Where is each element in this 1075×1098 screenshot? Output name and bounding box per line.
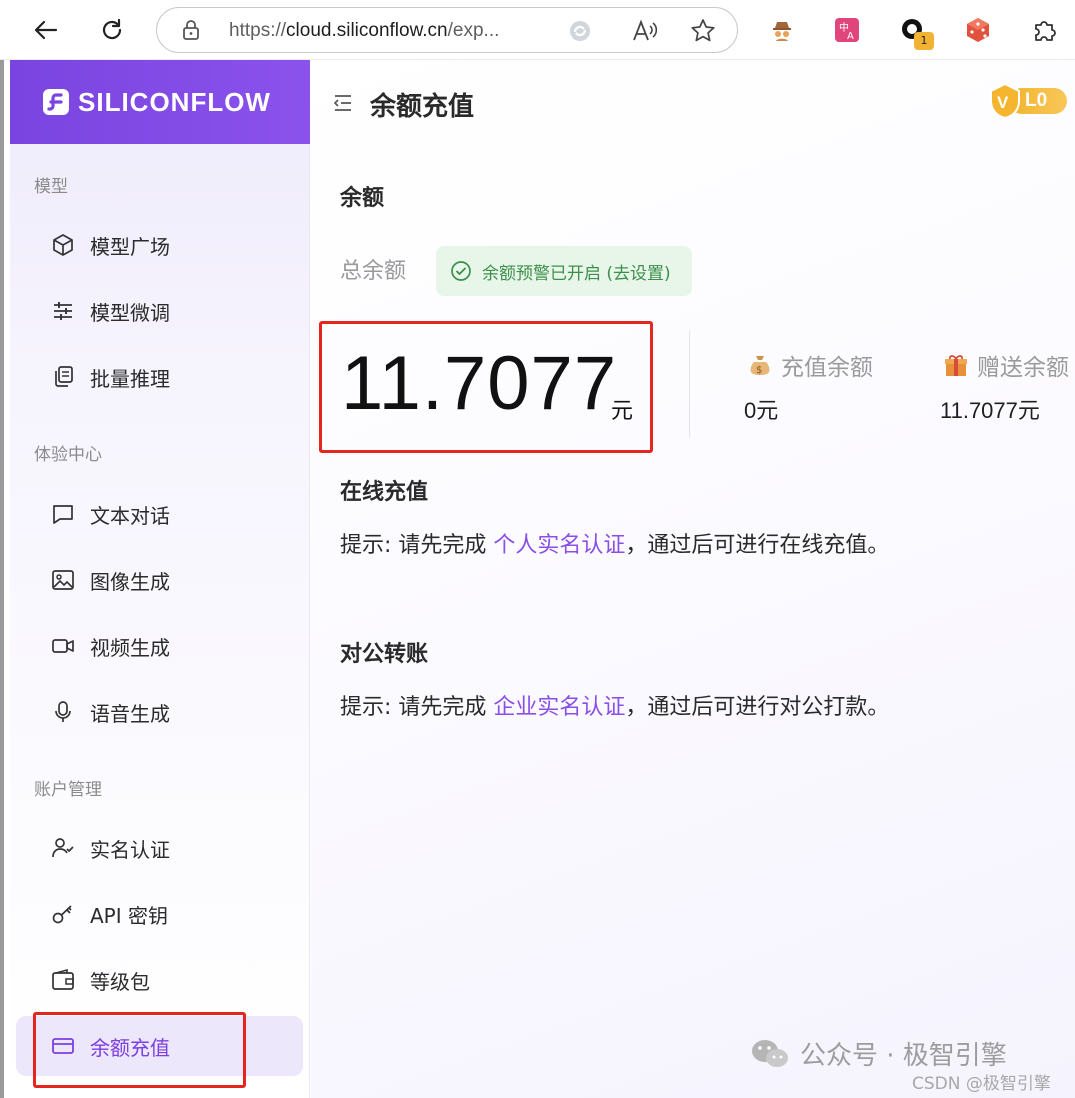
sidebar-item-voice-gen[interactable]: 语音生成 xyxy=(16,682,303,742)
image-icon xyxy=(50,567,76,593)
sidebar: SILICONFLOW 模型 模型广场 模型微调 批量推理 体验中心 文本对话 … xyxy=(10,60,310,1098)
corporate-transfer-hint: 提示: 请先完成 企业实名认证，通过后可进行对公打款。 xyxy=(340,695,890,720)
online-recharge-hint: 提示: 请先完成 个人实名认证，通过后可进行在线充值。 xyxy=(340,533,890,558)
sidebar-item-fine-tune[interactable]: 模型微调 xyxy=(16,281,303,341)
video-icon xyxy=(50,633,76,659)
corporate-transfer-title: 对公转账 xyxy=(340,642,429,667)
svg-text:$: $ xyxy=(756,365,762,376)
money-bag-icon: $ xyxy=(750,356,770,376)
mic-icon xyxy=(50,699,76,725)
back-icon[interactable] xyxy=(28,12,64,48)
recharge-balance-value: 0元 xyxy=(744,398,779,423)
browser-toolbar: https://cloud.siliconflow.cn/exp... 中A 1 xyxy=(0,0,1075,60)
menu-collapse-icon[interactable] xyxy=(333,94,353,116)
balance-alert-notice[interactable]: 余额预警已开启 (去设置) xyxy=(436,246,692,296)
section-title-account: 账户管理 xyxy=(34,780,102,800)
recharge-balance-label: $ 充值余额 xyxy=(747,348,873,382)
spy-extension-icon[interactable] xyxy=(766,14,798,46)
sidebar-item-label: 文本对话 xyxy=(90,503,170,528)
reload-icon[interactable] xyxy=(94,12,130,48)
sidebar-item-api-keys[interactable]: API 密钥 xyxy=(16,884,303,944)
alert-text: 余额预警已开启 (去设置) xyxy=(482,263,671,284)
sliders-icon xyxy=(50,298,76,324)
sidebar-item-label: 模型广场 xyxy=(90,234,170,259)
online-recharge-title: 在线充值 xyxy=(340,480,429,505)
svg-text:A: A xyxy=(847,31,854,42)
window-edge xyxy=(0,0,4,1098)
enterprise-verification-link[interactable]: 企业实名认证 xyxy=(493,695,625,720)
key-icon xyxy=(50,901,76,927)
sidebar-item-level-pack[interactable]: 等级包 xyxy=(16,950,303,1010)
annotation-highlight-amount xyxy=(319,321,653,453)
page-title: 余额充值 xyxy=(370,92,475,122)
sidebar-item-label: 实名认证 xyxy=(90,837,170,862)
balance-section-title: 余额 xyxy=(340,186,385,211)
wallet-icon xyxy=(50,967,76,993)
brand-logo[interactable]: SILICONFLOW xyxy=(10,60,310,144)
vip-shield-icon: V xyxy=(990,82,1020,120)
dice-extension-icon[interactable] xyxy=(962,14,994,46)
csdn-watermark: CSDN @极智引擎 xyxy=(912,1074,1051,1094)
gift-icon xyxy=(945,355,967,376)
wechat-icon xyxy=(752,1039,788,1067)
cube-icon xyxy=(50,232,76,258)
favorite-star-icon[interactable] xyxy=(689,17,717,49)
url-text[interactable]: https://cloud.siliconflow.cn/exp... xyxy=(229,20,499,42)
extension-badge: 1 xyxy=(914,32,934,50)
sidebar-item-label: 批量推理 xyxy=(90,366,170,391)
sidebar-item-label: 视频生成 xyxy=(90,635,170,660)
copy-stack-icon xyxy=(50,364,76,390)
personal-verification-link[interactable]: 个人实名认证 xyxy=(493,533,625,558)
watermark-text: 公众号 · 极智引擎 xyxy=(800,1041,1007,1071)
translate-extension-icon[interactable]: 中A xyxy=(831,14,863,46)
svg-text:V: V xyxy=(997,93,1009,112)
level-badge[interactable]: L0 V xyxy=(987,82,1069,120)
sidebar-item-verification[interactable]: 实名认证 xyxy=(16,818,303,878)
main-content: 余额充值 L0 V 余额 总余额 余额预警已开启 (去设置) 11.7077 元… xyxy=(311,60,1075,1098)
sidebar-item-text-chat[interactable]: 文本对话 xyxy=(16,484,303,544)
sidebar-item-label: 模型微调 xyxy=(90,300,170,325)
browser-sync-icon[interactable] xyxy=(567,18,593,48)
siliconflow-logo-icon xyxy=(43,89,69,115)
user-check-icon xyxy=(50,835,76,861)
sidebar-item-label: API 密钥 xyxy=(90,903,168,928)
wechat-watermark: 公众号 · 极智引擎 xyxy=(750,1035,1007,1072)
sidebar-item-video-gen[interactable]: 视频生成 xyxy=(16,616,303,676)
section-title-models: 模型 xyxy=(34,177,68,197)
sidebar-item-label: 等级包 xyxy=(90,969,150,994)
total-balance-label: 总余额 xyxy=(340,259,407,284)
sidebar-item-batch-inference[interactable]: 批量推理 xyxy=(16,347,303,407)
divider xyxy=(689,330,690,438)
read-aloud-icon[interactable] xyxy=(631,18,659,48)
extensions-puzzle-icon[interactable] xyxy=(1029,14,1061,46)
sidebar-item-model-square[interactable]: 模型广场 xyxy=(16,215,303,275)
sidebar-item-label: 图像生成 xyxy=(90,569,170,594)
gift-balance-label: 赠送余额 xyxy=(943,348,1069,382)
check-circle-icon xyxy=(451,261,471,281)
sidebar-item-label: 语音生成 xyxy=(90,701,170,726)
chat-icon xyxy=(50,501,76,527)
sidebar-item-image-gen[interactable]: 图像生成 xyxy=(16,550,303,610)
lock-icon[interactable] xyxy=(181,19,201,45)
section-title-playground: 体验中心 xyxy=(34,445,102,465)
annotation-highlight-nav xyxy=(33,1012,246,1088)
gift-balance-value: 11.7077元 xyxy=(940,398,1040,423)
address-bar[interactable]: https://cloud.siliconflow.cn/exp... xyxy=(156,7,738,53)
brand-name: SILICONFLOW xyxy=(78,86,271,117)
